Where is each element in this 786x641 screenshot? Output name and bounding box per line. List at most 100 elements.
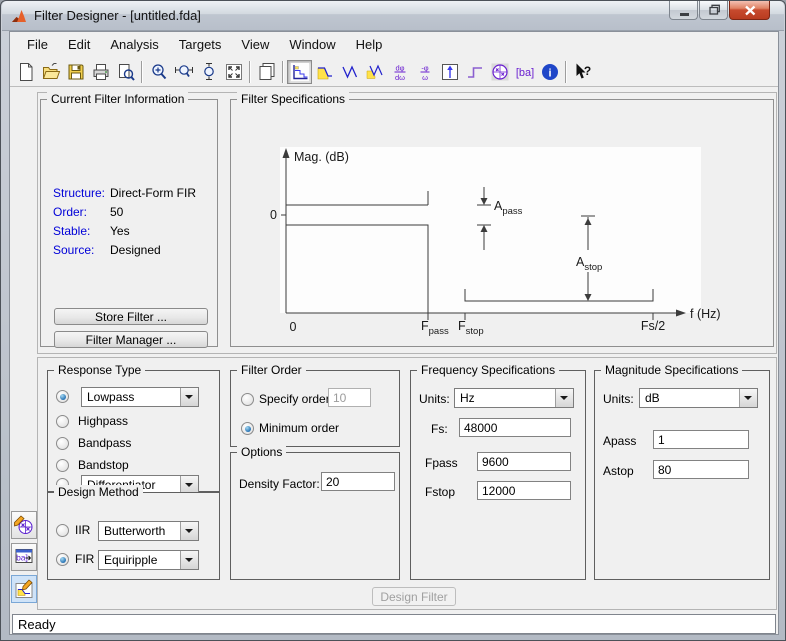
zoom-in-button[interactable] <box>146 60 171 84</box>
import-filter-button[interactable]: ba] <box>11 543 37 571</box>
close-button[interactable] <box>729 1 770 20</box>
menu-file[interactable]: File <box>17 32 58 57</box>
structure-value: Direct-Form FIR <box>110 186 196 200</box>
design-filter-panel-button[interactable] <box>11 575 37 603</box>
stable-value: Yes <box>110 224 130 238</box>
menu-window[interactable]: Window <box>279 32 345 57</box>
menu-help[interactable]: Help <box>346 32 393 57</box>
iir-label: IIR <box>75 523 90 537</box>
pole-zero-editor-button[interactable] <box>11 511 37 539</box>
step-response-button[interactable] <box>462 60 487 84</box>
highpass-label: Highpass <box>78 414 128 428</box>
zoom-y-icon <box>199 62 219 82</box>
radio-bandpass[interactable] <box>56 437 69 450</box>
design-filter-panel-icon <box>13 578 35 600</box>
radio-iir[interactable] <box>56 524 69 537</box>
menu-targets[interactable]: Targets <box>169 32 232 57</box>
radio-specify-order[interactable] <box>241 393 254 406</box>
menu-edit[interactable]: Edit <box>58 32 100 57</box>
group-delay-button[interactable]: dφdω <box>387 60 412 84</box>
diagram-fstop-tick: Fstop <box>458 319 484 337</box>
new-document-icon <box>16 62 36 82</box>
new-analysis-window-icon <box>257 62 277 82</box>
astop-field[interactable] <box>653 460 749 479</box>
chevron-down-icon[interactable] <box>180 551 198 569</box>
order-value: 50 <box>110 205 123 219</box>
chevron-down-icon[interactable] <box>739 389 757 407</box>
panel-title: Current Filter Information <box>47 92 188 106</box>
fs-field[interactable] <box>459 418 571 437</box>
phase-delay-button[interactable]: -φω <box>412 60 437 84</box>
titlebar[interactable]: Filter Designer - [untitled.fda] <box>2 1 784 31</box>
filter-coefficients-icon: [ba] <box>515 62 535 82</box>
frequency-units-dropdown[interactable]: Hz <box>454 388 574 408</box>
fpass-field[interactable] <box>477 452 571 471</box>
pole-zero-plot-icon <box>490 62 510 82</box>
open-file-button[interactable] <box>38 60 63 84</box>
zoom-y-button[interactable] <box>196 60 221 84</box>
radio-minimum-order[interactable] <box>241 422 254 435</box>
minimize-button[interactable] <box>669 1 698 20</box>
radio-highpass[interactable] <box>56 415 69 428</box>
print-icon <box>91 62 111 82</box>
svg-text:-φ: -φ <box>421 63 428 72</box>
statusbar: Ready <box>12 614 776 634</box>
radio-bandstop[interactable] <box>56 459 69 472</box>
impulse-response-icon <box>440 62 460 82</box>
magnitude-specifications-panel: Magnitude Specifications Units: dB Apass… <box>594 370 770 580</box>
filter-coefficients-button[interactable]: [ba] <box>512 60 537 84</box>
status-text: Ready <box>18 617 56 632</box>
radio-fir[interactable] <box>56 553 69 566</box>
menu-analysis[interactable]: Analysis <box>100 32 168 57</box>
current-filter-info-panel: Current Filter Information Structure: Di… <box>40 99 218 347</box>
fstop-field[interactable] <box>477 481 571 500</box>
store-filter-button[interactable]: Store Filter ... <box>54 308 208 325</box>
print-preview-icon <box>116 62 136 82</box>
menubar: FileEditAnalysisTargetsViewWindowHelp <box>10 32 778 57</box>
design-filter-button[interactable]: Design Filter <box>372 587 456 606</box>
context-help-button[interactable]: ? <box>570 60 595 84</box>
lowpass-dropdown[interactable]: Lowpass <box>81 387 199 407</box>
window-title: Filter Designer - [untitled.fda] <box>34 8 201 23</box>
toolbar-separator <box>141 61 143 83</box>
chevron-down-icon[interactable] <box>180 476 198 493</box>
order-label: Order: <box>53 205 87 219</box>
restore-button[interactable] <box>699 1 728 20</box>
specify-order-field[interactable] <box>328 388 371 407</box>
full-view-button[interactable] <box>221 60 246 84</box>
group-delay-icon: dφdω <box>390 62 410 82</box>
svg-text:[ba]: [ba] <box>515 67 533 79</box>
zoom-x-button[interactable] <box>171 60 196 84</box>
density-factor-field[interactable] <box>321 472 395 491</box>
filter-specifications-button[interactable] <box>287 60 312 84</box>
units-label: Units: <box>603 392 634 406</box>
magnitude-units-dropdown[interactable]: dB <box>639 388 758 408</box>
panel-title: Response Type <box>54 363 145 377</box>
menu-view[interactable]: View <box>231 32 279 57</box>
impulse-response-button[interactable] <box>437 60 462 84</box>
filter-information-button[interactable]: i <box>537 60 562 84</box>
phase-response-button[interactable] <box>337 60 362 84</box>
new-analysis-window-button[interactable] <box>254 60 279 84</box>
iir-method-dropdown[interactable]: Butterworth <box>98 521 199 541</box>
chevron-down-icon[interactable] <box>180 388 198 406</box>
print-button[interactable] <box>88 60 113 84</box>
magnitude-phase-response-button[interactable] <box>362 60 387 84</box>
print-preview-button[interactable] <box>113 60 138 84</box>
filter-manager-button[interactable]: Filter Manager ... <box>54 331 208 348</box>
panel-title: Filter Specifications <box>237 92 349 106</box>
chevron-down-icon[interactable] <box>555 389 573 407</box>
toolbar-separator <box>282 61 284 83</box>
fir-method-dropdown[interactable]: Equiripple <box>98 550 199 570</box>
diagram-fpass-tick: Fpass <box>421 319 449 337</box>
apass-field[interactable] <box>653 430 749 449</box>
save-button[interactable] <box>63 60 88 84</box>
diagram-zero-db-tick: 0 <box>270 208 277 222</box>
magnitude-response-button[interactable] <box>312 60 337 84</box>
chevron-down-icon[interactable] <box>180 522 198 540</box>
pole-zero-plot-button[interactable] <box>487 60 512 84</box>
radio-lowpass[interactable] <box>56 390 69 403</box>
diagram-x-axis-label: f (Hz) <box>690 307 721 321</box>
client-area: FileEditAnalysisTargetsViewWindowHelp dφ… <box>9 31 779 635</box>
new-document-button[interactable] <box>13 60 38 84</box>
